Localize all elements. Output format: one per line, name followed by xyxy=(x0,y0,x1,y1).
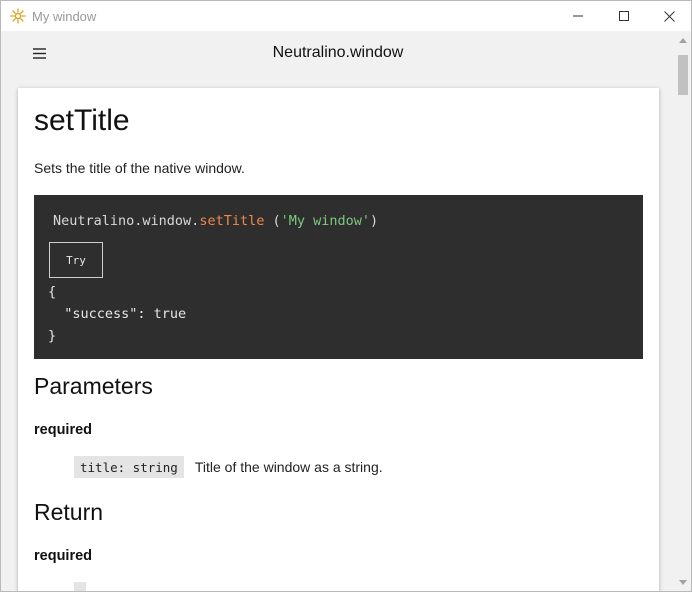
parameters-required-label: required xyxy=(34,422,93,438)
minimize-button[interactable] xyxy=(555,1,601,31)
scroll-down-arrow-icon[interactable] xyxy=(675,573,691,591)
window-title: My window xyxy=(32,9,97,24)
result-open: { xyxy=(48,284,57,300)
code-function: setTitle xyxy=(199,213,265,229)
scroll-thumb[interactable] xyxy=(678,55,688,95)
code-paren-open: ( xyxy=(264,213,281,229)
maximize-button[interactable] xyxy=(601,1,647,31)
title-bar[interactable]: My window xyxy=(1,1,691,31)
neutralino-app-icon xyxy=(10,8,26,24)
close-button[interactable] xyxy=(646,1,691,31)
parameters-heading: Parameters xyxy=(34,373,153,399)
code-line: Neutralino.window.setTitle ('My window') xyxy=(53,213,378,229)
code-example: Neutralino.window.setTitle ('My window')… xyxy=(34,195,643,359)
code-object: Neutralino.window. xyxy=(53,213,200,229)
doc-card: setTitle Sets the title of the native wi… xyxy=(18,88,659,591)
code-paren-close: ) xyxy=(370,213,379,229)
minimize-icon xyxy=(573,15,583,17)
app-header: Neutralino.window xyxy=(1,31,675,77)
scroll-up-arrow-icon[interactable] xyxy=(675,31,691,49)
try-button[interactable]: Try xyxy=(49,242,103,278)
parameter-item: title: string Title of the window as a s… xyxy=(74,456,383,478)
result-close: } xyxy=(48,328,57,344)
return-code xyxy=(74,582,86,591)
close-icon xyxy=(663,10,675,22)
app-window: My window Neutralino.window setTitle Set… xyxy=(0,0,692,592)
result-body: "success": true xyxy=(48,306,187,322)
maximize-icon xyxy=(619,11,629,21)
parameter-description: Title of the window as a string. xyxy=(194,459,383,475)
method-title: setTitle xyxy=(34,104,130,137)
return-required-label: required xyxy=(34,548,93,564)
return-item xyxy=(74,582,97,591)
header-title: Neutralino.window xyxy=(272,44,404,61)
return-heading: Return xyxy=(34,499,104,525)
code-result: { "success": true} xyxy=(48,281,186,347)
vertical-scrollbar[interactable] xyxy=(675,31,691,591)
method-description: Sets the title of the native window. xyxy=(34,160,245,176)
code-argument: 'My window' xyxy=(280,213,371,229)
parameter-code: title: string xyxy=(74,456,184,478)
